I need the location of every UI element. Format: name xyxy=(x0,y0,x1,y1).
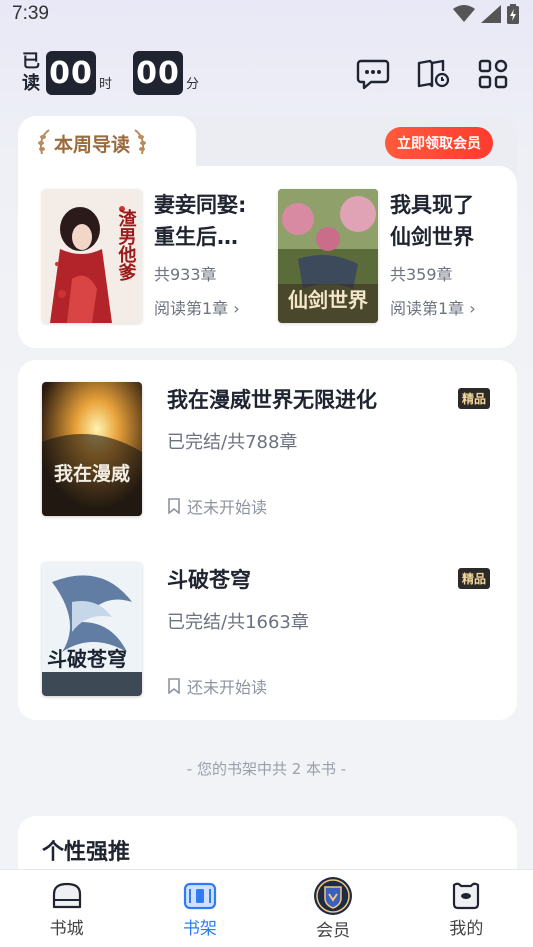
book-cover[interactable]: 仙剑世界 xyxy=(278,189,378,323)
timer-label-2: 读 xyxy=(22,73,40,94)
laurel-left-icon xyxy=(38,129,50,155)
shelf-book-status: 已完结/共1663章 xyxy=(167,612,309,633)
bookmark-icon xyxy=(168,678,180,694)
book-cover[interactable]: 渣男他爹 xyxy=(42,189,142,323)
weekly-guide-title: 本周导读 xyxy=(36,128,148,158)
claim-vip-button[interactable]: 立即领取会员 xyxy=(385,127,493,159)
book-title-line1: 我具现了 xyxy=(390,193,474,217)
profile-icon xyxy=(453,882,480,910)
read-link-text: 阅读第1章 xyxy=(154,299,229,318)
bookshelf-icon xyxy=(183,882,216,910)
read-first-chapter-link[interactable]: 阅读第1章 › xyxy=(390,295,502,319)
message-icon[interactable] xyxy=(355,56,391,92)
guide-book-1[interactable]: 渣男他爹 妻妾同娶: 重生后… 共933章 阅读第1章 › xyxy=(42,189,266,323)
signal-icon xyxy=(481,5,501,23)
bookshelf-card: 我在漫威 我在漫威世界无限进化 精品 已完结/共788章 还未开始读 斗破苍穹 … xyxy=(18,360,517,720)
bookstore-icon xyxy=(52,882,81,909)
book-cover[interactable]: 我在漫威 xyxy=(42,382,142,516)
vip-shield-icon xyxy=(314,877,353,915)
tab-vip[interactable]: 会员 xyxy=(267,870,400,947)
tab-profile[interactable]: 我的 xyxy=(400,870,533,947)
bookmark-icon xyxy=(168,498,180,514)
reading-history-icon[interactable] xyxy=(415,56,451,92)
shelf-book-title: 斗破苍穹 xyxy=(167,568,251,592)
shelf-book-status: 已完结/共788章 xyxy=(167,432,298,453)
shelf-book[interactable]: 我在漫威 我在漫威世界无限进化 精品 已完结/共788章 还未开始读 xyxy=(42,382,502,518)
book-cover[interactable]: 斗破苍穹 xyxy=(42,562,142,696)
status-bar: 7:39 xyxy=(0,0,533,30)
tab-label: 会员 xyxy=(316,921,351,941)
cover-title: 斗破苍穹 xyxy=(47,647,127,671)
read-link-text: 阅读第1章 xyxy=(390,299,465,318)
book-title-line1: 妻妾同娶: xyxy=(154,193,247,217)
shelf-book-progress: 还未开始读 xyxy=(167,674,267,698)
timer-label-1: 已 xyxy=(22,51,40,72)
status-icons xyxy=(453,4,519,24)
timer-hours-unit: 时 xyxy=(99,77,113,92)
bottom-tab-bar: 书城 书架 会员 我的 xyxy=(0,869,533,947)
cover-title: 渣男他爹 xyxy=(116,208,138,282)
book-title-line2: 重生后… xyxy=(154,225,238,249)
timer-minutes-unit: 分 xyxy=(186,77,200,92)
cover-title: 我在漫威 xyxy=(54,462,130,485)
progress-text: 还未开始读 xyxy=(187,498,268,517)
status-time: 7:39 xyxy=(12,3,49,24)
shelf-book[interactable]: 斗破苍穹 斗破苍穹 精品 已完结/共1663章 还未开始读 xyxy=(42,562,502,698)
chevron-right-icon: › xyxy=(469,299,476,318)
timer-label: 已 读 xyxy=(22,51,40,95)
wifi-icon xyxy=(453,5,475,22)
guide-book-1-info: 妻妾同娶: 重生后… 共933章 阅读第1章 › xyxy=(154,189,266,323)
weekly-guide-card: 本周导读 立即领取会员 渣男他爹 妻妾同娶: 重生后… 共933章 阅读第1章 … xyxy=(18,116,517,348)
progress-text: 还未开始读 xyxy=(187,678,268,697)
tab-bookshelf[interactable]: 书架 xyxy=(133,870,266,947)
premium-badge: 精品 xyxy=(457,388,490,409)
shelf-book-progress: 还未开始读 xyxy=(167,494,267,518)
cover-title: 仙剑世界 xyxy=(288,288,368,312)
timer-minutes: 00 xyxy=(133,51,184,95)
weekly-guide-title-text: 本周导读 xyxy=(54,133,131,156)
shelf-count-text: - 您的书架中共 2 本书 - xyxy=(186,760,347,778)
tab-label: 我的 xyxy=(449,919,484,939)
guide-book-2[interactable]: 仙剑世界 我具现了 仙剑世界 共359章 阅读第1章 › xyxy=(278,189,502,323)
tab-bookstore[interactable]: 书城 xyxy=(0,870,133,947)
tab-label: 书城 xyxy=(49,919,84,939)
timer-hours: 00 xyxy=(46,51,96,95)
chevron-right-icon: › xyxy=(233,299,240,318)
tab-label: 书架 xyxy=(182,919,217,939)
laurel-right-icon xyxy=(134,129,147,155)
apps-grid-icon[interactable] xyxy=(475,56,511,92)
book-title-line2: 仙剑世界 xyxy=(390,225,474,249)
reading-timer: 已 读 00 时 00 分 xyxy=(22,48,203,98)
guide-book-2-info: 我具现了 仙剑世界 共359章 阅读第1章 › xyxy=(390,189,502,323)
recommend-title: 个性强推 xyxy=(42,840,131,865)
header-actions xyxy=(355,56,511,92)
battery-icon xyxy=(507,4,519,24)
book-chapter-count: 共933章 xyxy=(154,265,217,284)
read-first-chapter-link[interactable]: 阅读第1章 › xyxy=(154,295,266,319)
shelf-book-title: 我在漫威世界无限进化 xyxy=(167,388,377,412)
book-chapter-count: 共359章 xyxy=(390,265,453,284)
premium-badge: 精品 xyxy=(457,568,490,589)
